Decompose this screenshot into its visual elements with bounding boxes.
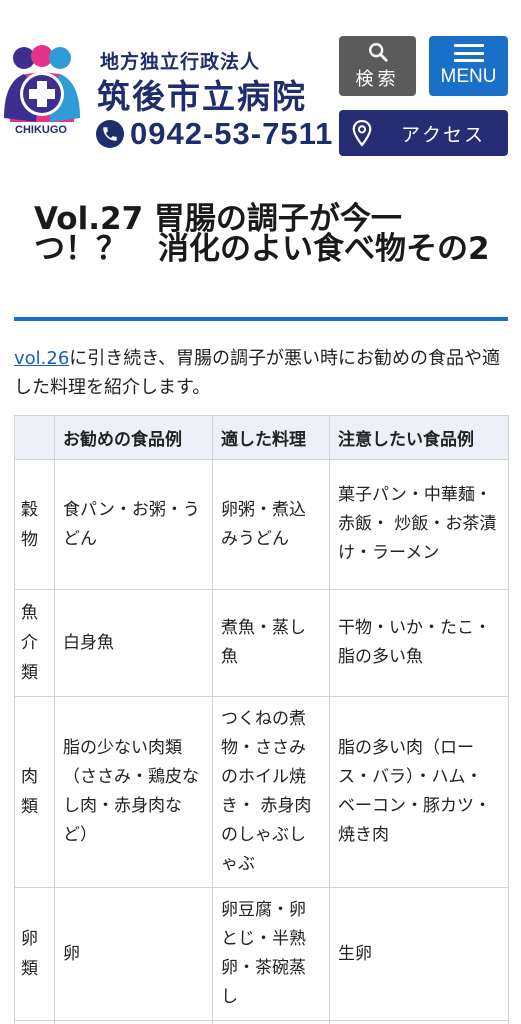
table-row: 肉類 脂の少ない肉類（ささみ・鶏皮なし肉・赤身肉など） つくねの煮物・ささみのホ… [14, 696, 509, 888]
phone-link[interactable]: 0942-53-7511 [96, 116, 333, 152]
category-cell: 穀物 [14, 459, 55, 590]
table-header-row: お勧めの食品例 適した料理 注意したい食品例 [14, 415, 509, 460]
recommended-cell: 脂の少ない肉類（ささみ・鶏皮なし肉・赤身肉など） [54, 696, 213, 888]
dishes-cell: つくねの煮物・ささみのホイル焼き・ 赤身肉のしゃぶしゃぶ [212, 696, 330, 888]
header-cell-recommended: お勧めの食品例 [54, 415, 213, 460]
table-row: 魚介類 白身魚 煮魚・蒸し魚 干物・いか・たこ・脂の多い魚 [14, 589, 509, 697]
category-cell [14, 1020, 55, 1024]
category-cell: 肉類 [14, 696, 55, 888]
caution-cell: 脂の多い肉（ロース・バラ）・ハム・ ベーコン・豚カツ・焼き肉 [329, 696, 509, 888]
recommended-cell: 食パン・お粥・うどん [54, 459, 213, 590]
search-icon [368, 43, 388, 62]
search-label: 検索 [355, 69, 400, 90]
category-cell: 魚介類 [14, 589, 55, 697]
caution-cell: 菓子パン・中華麺・赤飯・ 炒飯・お茶漬け・ラーメン [329, 459, 509, 590]
menu-button[interactable]: MENU [429, 36, 508, 96]
phone-icon [96, 120, 124, 148]
vol26-link[interactable]: vol.26 [14, 348, 69, 369]
hospital-name[interactable]: 筑後市立病院 [97, 70, 307, 118]
recommended-cell [54, 1020, 213, 1024]
access-button[interactable]: アクセス [339, 110, 508, 156]
table-row [14, 1020, 509, 1024]
category-cell: 卵類 [14, 887, 55, 1021]
hamburger-icon [453, 44, 484, 62]
page-title: Vol.27 胃腸の調子が今一つ！？ 消化のよい食べ物その2 [34, 201, 490, 267]
title-divider [14, 317, 508, 321]
access-label: アクセス [401, 123, 486, 146]
intro-paragraph: vol.26に引き続き、胃腸の調子が悪い時にお勧めの食品や適した料理を紹介します… [14, 344, 508, 402]
dishes-cell [212, 1020, 330, 1024]
phone-number: 0942-53-7511 [130, 116, 334, 151]
map-pin-icon [352, 119, 372, 147]
caution-cell: 干物・いか・たこ・脂の多い魚 [329, 589, 509, 697]
dishes-cell: 煮魚・蒸し魚 [212, 589, 330, 697]
recommended-cell: 白身魚 [54, 589, 213, 697]
site-header: CHIKUGO 地方独立行政法人 筑後市立病院 0942-53-7511 検索 … [0, 0, 521, 175]
intro-text: に引き続き、胃腸の調子が悪い時にお勧めの食品や適した料理を紹介します。 [14, 348, 501, 398]
header-cell-caution: 注意したい食品例 [329, 415, 509, 460]
dishes-cell: 卵粥・煮込みうどん [212, 459, 330, 590]
header-cell-dishes: 適した料理 [212, 415, 330, 460]
search-button[interactable]: 検索 [339, 36, 416, 96]
table-row: 卵類 卵 卵豆腐・卵とじ・半熟卵・茶碗蒸し 生卵 [14, 887, 509, 1021]
dishes-cell: 卵豆腐・卵とじ・半熟卵・茶碗蒸し [212, 887, 330, 1021]
recommended-cell: 卵 [54, 887, 213, 1021]
caution-cell [329, 1020, 509, 1024]
caution-cell: 生卵 [329, 887, 509, 1021]
logo-wordmark: CHIKUGO [15, 124, 67, 136]
header-cell-blank [14, 415, 55, 460]
food-table: お勧めの食品例 適した料理 注意したい食品例 穀物 食パン・お粥・うどん 卵粥・… [14, 415, 509, 1024]
menu-label: MENU [440, 66, 497, 87]
table-row: 穀物 食パン・お粥・うどん 卵粥・煮込みうどん 菓子パン・中華麺・赤飯・ 炒飯・… [14, 459, 509, 590]
hospital-logo[interactable]: CHIKUGO [2, 44, 80, 136]
